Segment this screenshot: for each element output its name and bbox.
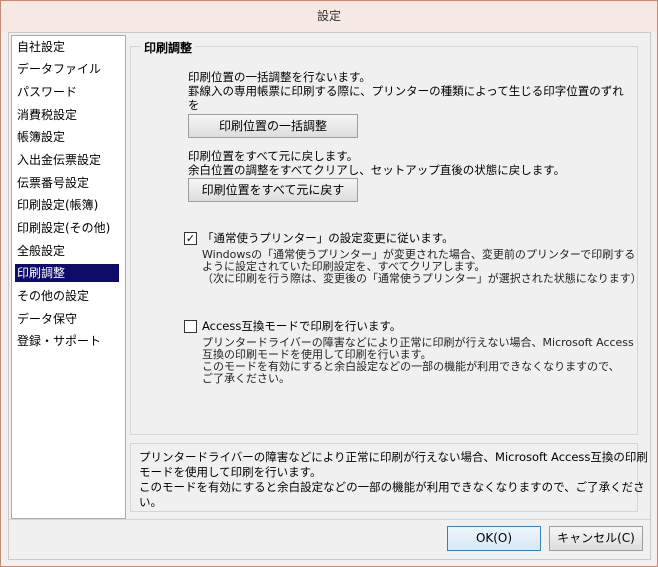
- printer-follow-label[interactable]: 「通常使うプリンター」の設定変更に従います。: [202, 231, 454, 245]
- sidebar-item-print-other[interactable]: 印刷設定(その他): [15, 219, 119, 237]
- sidebar-item-company[interactable]: 自社設定: [15, 38, 119, 56]
- footer-divider: [9, 519, 650, 520]
- help-line-1: プリンタードライバーの障害などにより正常に印刷が行えない場合、Microsoft…: [139, 450, 648, 464]
- reset-desc-1: 印刷位置をすべて元に戻します。: [188, 149, 359, 163]
- batch-desc-3: を: [188, 98, 200, 112]
- sidebar-item-print-ledger[interactable]: 印刷設定(帳簿): [15, 196, 119, 214]
- sidebar-item-other[interactable]: その他の設定: [15, 287, 119, 305]
- group-title: 印刷調整: [141, 39, 196, 56]
- access-mode-checkbox[interactable]: [184, 320, 197, 333]
- printer-follow-desc-3: （次に印刷を行う際は、変更後の「通常使うプリンター」が選択された状態になります）: [202, 272, 642, 285]
- help-line-2: モードを使用して印刷を行います。: [139, 465, 322, 479]
- cancel-button[interactable]: キャンセル(C): [549, 526, 643, 551]
- reset-position-button[interactable]: 印刷位置をすべて元に戻す: [188, 178, 358, 202]
- settings-window: 設定 自社設定 データファイル パスワード 消費税設定 帳簿設定 入出金伝票設定…: [0, 0, 658, 567]
- sidebar-item-voucher[interactable]: 入出金伝票設定: [15, 151, 119, 169]
- help-description-box: プリンタードライバーの障害などにより正常に印刷が行えない場合、Microsoft…: [130, 443, 648, 512]
- sidebar-item-ledger[interactable]: 帳簿設定: [15, 128, 119, 146]
- sidebar-item-password[interactable]: パスワード: [15, 83, 119, 101]
- ok-button[interactable]: OK(O): [447, 526, 541, 551]
- help-line-3: このモードを有効にすると余白設定などの一部の機能が利用できなくなりますので、ご了…: [139, 480, 645, 494]
- dialog-client: 自社設定 データファイル パスワード 消費税設定 帳簿設定 入出金伝票設定 伝票…: [8, 32, 651, 560]
- access-mode-desc-4: ご了承ください。: [202, 372, 290, 385]
- sidebar-item-print-adjust[interactable]: 印刷調整: [15, 264, 119, 282]
- sidebar-list[interactable]: 自社設定 データファイル パスワード 消費税設定 帳簿設定 入出金伝票設定 伝票…: [11, 35, 126, 519]
- window-title: 設定: [1, 1, 657, 32]
- sidebar-item-maintenance[interactable]: データ保守: [15, 310, 119, 328]
- help-line-4: い。: [139, 495, 162, 509]
- sidebar-item-tax[interactable]: 消費税設定: [15, 106, 119, 124]
- batch-desc-1: 印刷位置の一括調整を行ないます。: [188, 70, 371, 84]
- sidebar-item-data-file[interactable]: データファイル: [15, 60, 119, 78]
- printer-follow-checkbox[interactable]: ✓: [184, 232, 197, 245]
- batch-desc-2: 罫線入の専用帳票に印刷する際に、プリンターの種類によって生じる印字位置のずれ: [188, 84, 624, 98]
- sidebar-item-general[interactable]: 全般設定: [15, 242, 119, 260]
- sidebar-item-support[interactable]: 登録・サポート: [15, 332, 119, 350]
- access-mode-label[interactable]: Access互換モードで印刷を行います。: [202, 319, 401, 333]
- batch-adjust-button[interactable]: 印刷位置の一括調整: [188, 114, 358, 138]
- reset-desc-2: 余白位置の調整をすべてクリアし、セットアップ直後の状態に戻します。: [188, 163, 566, 177]
- print-adjust-group: 印刷調整 印刷位置の一括調整を行ないます。 罫線入の専用帳票に印刷する際に、プリ…: [130, 39, 642, 435]
- sidebar-item-voucher-number[interactable]: 伝票番号設定: [15, 174, 119, 192]
